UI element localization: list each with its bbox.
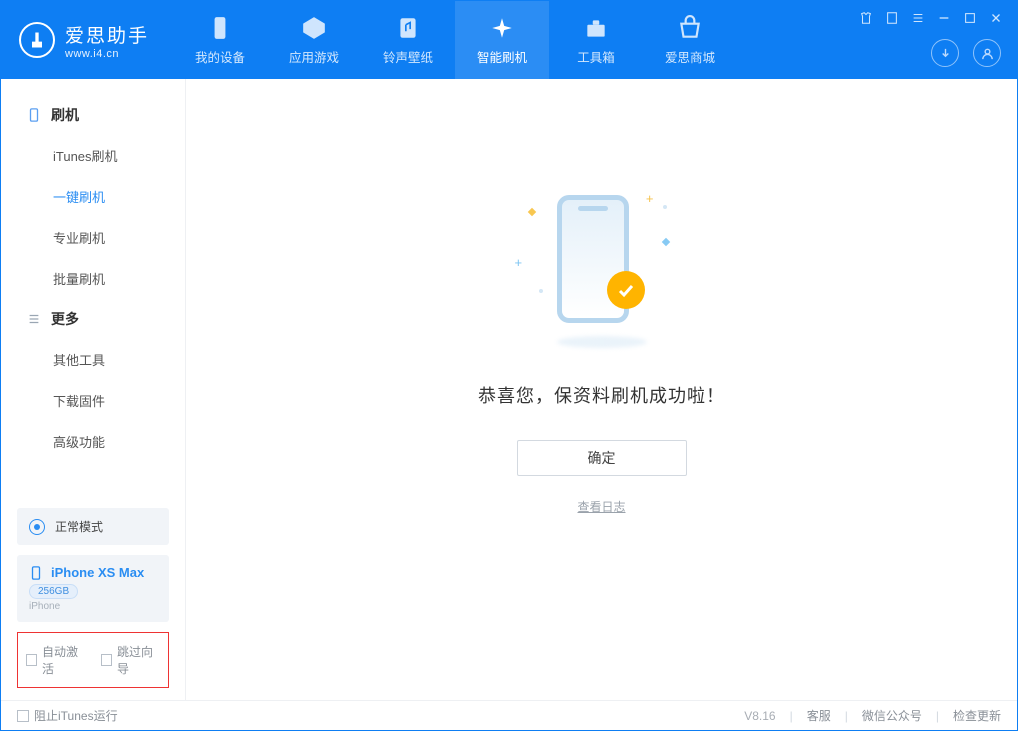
- plus-decor: +: [515, 255, 523, 270]
- tab-flash[interactable]: 智能刷机: [455, 1, 549, 79]
- success-message: 恭喜您，保资料刷机成功啦！: [478, 382, 725, 408]
- mode-icon: [29, 519, 45, 535]
- header-actions: [931, 39, 1001, 67]
- mode-status-card[interactable]: 正常模式: [17, 508, 169, 545]
- device-card[interactable]: iPhone XS Max 256GB iPhone: [17, 555, 169, 622]
- sparkle-icon: [527, 207, 535, 215]
- tab-my-device[interactable]: 我的设备: [173, 1, 267, 79]
- link-service[interactable]: 客服: [807, 707, 831, 724]
- menu-icon[interactable]: [909, 9, 927, 27]
- main-nav: 我的设备 应用游戏 铃声壁纸 智能刷机 工具箱 爱思商城: [173, 1, 737, 79]
- highlighted-options: 自动激活 跳过向导: [17, 632, 169, 688]
- device-icon: [27, 108, 41, 122]
- download-icon[interactable]: [931, 39, 959, 67]
- list-icon: [27, 312, 41, 326]
- checkbox-icon: [17, 710, 29, 722]
- tab-toolbox[interactable]: 工具箱: [549, 1, 643, 79]
- status-bar: 阻止iTunes运行 V8.16 | 客服 | 微信公众号 | 检查更新: [1, 700, 1017, 730]
- shadow-decor: [557, 336, 647, 348]
- device-capacity: 256GB: [29, 584, 78, 599]
- device-type: iPhone: [29, 601, 157, 612]
- app-logo: 爱思助手 www.i4.cn: [1, 1, 173, 79]
- app-subtitle: www.i4.cn: [65, 48, 149, 60]
- sidebar-section-flash: 刷机: [1, 95, 185, 135]
- body: 刷机 iTunes刷机 一键刷机 专业刷机 批量刷机 更多 其他工具 下载固件 …: [1, 79, 1017, 700]
- chk-block-itunes[interactable]: 阻止iTunes运行: [17, 707, 118, 724]
- tab-apps-games[interactable]: 应用游戏: [267, 1, 361, 79]
- chk-skip-wizard[interactable]: 跳过向导: [101, 643, 160, 677]
- dot-decor: [539, 289, 543, 293]
- ok-button[interactable]: 确定: [517, 440, 687, 476]
- logo-icon: [19, 22, 55, 58]
- sparkle-icon: [661, 237, 669, 245]
- titlebar: 爱思助手 www.i4.cn 我的设备 应用游戏 铃声壁纸 智能刷机 工具箱 爱…: [1, 1, 1017, 79]
- sidebar-item-advanced[interactable]: 高级功能: [1, 421, 185, 462]
- check-badge-icon: [607, 271, 645, 309]
- sidebar-bottom: 正常模式 iPhone XS Max 256GB iPhone 自动激活 跳过向…: [1, 508, 185, 700]
- success-illustration: + +: [557, 195, 647, 348]
- sidebar-item-oneclick-flash[interactable]: 一键刷机: [1, 176, 185, 217]
- link-update[interactable]: 检查更新: [953, 707, 1001, 724]
- version-label: V8.16: [744, 709, 775, 723]
- dot-decor: [663, 205, 667, 209]
- checkbox-icon: [101, 654, 112, 666]
- window-controls: [857, 9, 1005, 27]
- view-log-link[interactable]: 查看日志: [577, 498, 625, 515]
- sidebar-item-itunes-flash[interactable]: iTunes刷机: [1, 135, 185, 176]
- sidebar-item-batch-flash[interactable]: 批量刷机: [1, 258, 185, 299]
- shirt-icon[interactable]: [857, 9, 875, 27]
- main-content: + + 恭喜您，保资料刷机成功啦！ 确定 查看日志: [186, 79, 1017, 700]
- minimize-button[interactable]: [935, 9, 953, 27]
- link-wechat[interactable]: 微信公众号: [862, 707, 922, 724]
- note-icon[interactable]: [883, 9, 901, 27]
- user-icon[interactable]: [973, 39, 1001, 67]
- device-name: iPhone XS Max: [51, 565, 144, 580]
- tab-ringtones-wallpapers[interactable]: 铃声壁纸: [361, 1, 455, 79]
- maximize-button[interactable]: [961, 9, 979, 27]
- checkbox-icon: [26, 654, 37, 666]
- chk-auto-activate[interactable]: 自动激活: [26, 643, 85, 677]
- tab-store[interactable]: 爱思商城: [643, 1, 737, 79]
- app-title: 爱思助手: [65, 21, 149, 48]
- sidebar: 刷机 iTunes刷机 一键刷机 专业刷机 批量刷机 更多 其他工具 下载固件 …: [1, 79, 186, 700]
- sidebar-item-download-firmware[interactable]: 下载固件: [1, 380, 185, 421]
- sidebar-section-more: 更多: [1, 299, 185, 339]
- sidebar-item-other-tools[interactable]: 其他工具: [1, 339, 185, 380]
- plus-decor: +: [646, 191, 654, 206]
- sidebar-item-pro-flash[interactable]: 专业刷机: [1, 217, 185, 258]
- phone-icon: [29, 566, 43, 580]
- close-button[interactable]: [987, 9, 1005, 27]
